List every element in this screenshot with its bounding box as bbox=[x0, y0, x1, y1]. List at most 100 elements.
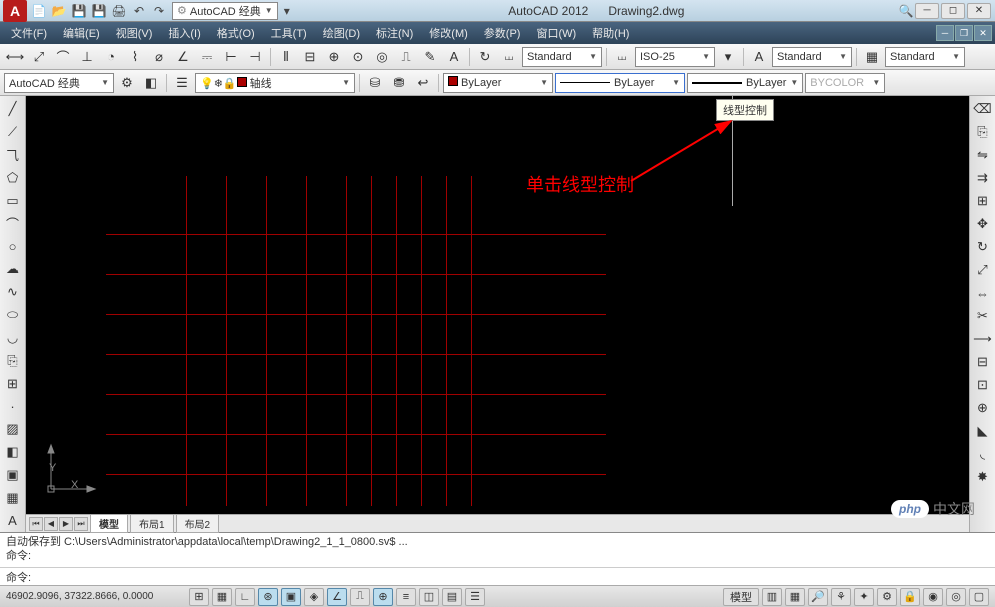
insert-block-icon[interactable]: ⎘ bbox=[2, 350, 24, 372]
dim-style2-icon[interactable]: ⏙ bbox=[611, 46, 633, 68]
workspace-dropdown[interactable]: AutoCAD 经典▼ bbox=[4, 73, 114, 93]
dim-radius-icon[interactable]: ◔ bbox=[100, 46, 122, 68]
qat-customize-icon[interactable]: ▾ bbox=[278, 2, 296, 20]
qp-toggle-icon[interactable]: ▤ bbox=[442, 588, 462, 606]
textstyle-dropdown[interactable]: Standard▼ bbox=[772, 47, 852, 67]
dim-jogged-icon[interactable]: ⌇ bbox=[124, 46, 146, 68]
isolate-icon[interactable]: ◎ bbox=[946, 588, 966, 606]
dim-break-icon[interactable]: ⊟ bbox=[299, 46, 321, 68]
osnap-toggle-icon[interactable]: ▣ bbox=[281, 588, 301, 606]
text-icon[interactable]: A bbox=[2, 510, 24, 532]
explode-icon[interactable]: ✸ bbox=[972, 466, 994, 488]
workspace-settings-icon[interactable]: ⚙ bbox=[116, 72, 138, 94]
tab-layout2[interactable]: 布局2 bbox=[176, 514, 220, 533]
print-icon[interactable]: 🖨 bbox=[110, 2, 128, 20]
text-style-icon[interactable]: A bbox=[748, 46, 770, 68]
dimstyle-dropdown[interactable]: Standard▼ bbox=[522, 47, 602, 67]
tab-next-icon[interactable]: ▶ bbox=[59, 517, 73, 531]
otrack-toggle-icon[interactable]: ∠ bbox=[327, 588, 347, 606]
tpy-toggle-icon[interactable]: ◫ bbox=[419, 588, 439, 606]
workspace-switching-icon[interactable]: ⚙ bbox=[877, 588, 897, 606]
dim-quick-icon[interactable]: ⎓ bbox=[196, 46, 218, 68]
region-icon[interactable]: ▣ bbox=[2, 464, 24, 486]
tolerance-icon[interactable]: ⊕ bbox=[323, 46, 345, 68]
ducs-toggle-icon[interactable]: ⎍ bbox=[350, 588, 370, 606]
drawing-canvas[interactable]: 线型控制 单击线型控制 Y X bbox=[26, 96, 969, 514]
revcloud-icon[interactable]: ☁ bbox=[2, 258, 24, 280]
scale-icon[interactable]: ⤢ bbox=[972, 259, 994, 281]
hardware-accel-icon[interactable]: ◉ bbox=[923, 588, 943, 606]
arc-icon[interactable]: ⌒ bbox=[2, 212, 24, 234]
color-dropdown[interactable]: ByLayer ▼ bbox=[443, 73, 553, 93]
tab-prev-icon[interactable]: ◀ bbox=[44, 517, 58, 531]
offset-icon[interactable]: ⇉ bbox=[972, 167, 994, 189]
quickview-layouts-icon[interactable]: ▥ bbox=[762, 588, 782, 606]
undo-icon[interactable]: ↶ bbox=[130, 2, 148, 20]
sc-toggle-icon[interactable]: ☰ bbox=[465, 588, 485, 606]
dim-continue-icon[interactable]: ⊣ bbox=[244, 46, 266, 68]
layer-state-icon[interactable]: ⛁ bbox=[364, 72, 386, 94]
dim-space-icon[interactable]: ⫴ bbox=[275, 46, 297, 68]
dim-aligned-icon[interactable]: ⤢ bbox=[28, 46, 50, 68]
ortho-toggle-icon[interactable]: ∟ bbox=[235, 588, 255, 606]
fillet-icon[interactable]: ◟ bbox=[972, 443, 994, 465]
center-mark-icon[interactable]: ⊙ bbox=[347, 46, 369, 68]
maximize-button[interactable]: ◻ bbox=[941, 3, 965, 19]
annovisibility-icon[interactable]: ⚘ bbox=[831, 588, 851, 606]
dim-diameter-icon[interactable]: ⌀ bbox=[148, 46, 170, 68]
dim-linear-icon[interactable]: ⟷ bbox=[4, 46, 26, 68]
dim-edit-icon[interactable]: ✎ bbox=[419, 46, 441, 68]
dim-style-icon[interactable]: ⏙ bbox=[498, 46, 520, 68]
save-icon[interactable]: 💾 bbox=[70, 2, 88, 20]
gradient-icon[interactable]: ◧ bbox=[2, 441, 24, 463]
new-icon[interactable]: 📄 bbox=[30, 2, 48, 20]
lwt-toggle-icon[interactable]: ≡ bbox=[396, 588, 416, 606]
command-input[interactable] bbox=[37, 571, 989, 583]
join-icon[interactable]: ⊕ bbox=[972, 397, 994, 419]
open-icon[interactable]: 📂 bbox=[50, 2, 68, 20]
layer-manager-icon[interactable]: ☰ bbox=[171, 72, 193, 94]
minimize-button[interactable]: ─ bbox=[915, 3, 939, 19]
menu-dimension[interactable]: 标注(N) bbox=[368, 23, 421, 43]
model-button[interactable]: 模型 bbox=[723, 588, 759, 606]
close-button[interactable]: ✕ bbox=[967, 3, 991, 19]
quickview-drawings-icon[interactable]: ▦ bbox=[785, 588, 805, 606]
plotstyle-dropdown[interactable]: BYCOLOR▼ bbox=[805, 73, 885, 93]
doc-close-button[interactable]: ✕ bbox=[974, 25, 992, 41]
menu-tools[interactable]: 工具(T) bbox=[263, 23, 315, 43]
redo-icon[interactable]: ↷ bbox=[150, 2, 168, 20]
dim-baseline-icon[interactable]: ⊢ bbox=[220, 46, 242, 68]
coordinates-readout[interactable]: 46902.9096, 37322.8666, 0.0000 bbox=[6, 591, 186, 602]
dim-angular-icon[interactable]: ∠ bbox=[172, 46, 194, 68]
tab-last-icon[interactable]: ⏭ bbox=[74, 517, 88, 531]
copy-icon[interactable]: ⎘ bbox=[972, 121, 994, 143]
grid-toggle-icon[interactable]: ▦ bbox=[212, 588, 232, 606]
circle-icon[interactable]: ○ bbox=[2, 235, 24, 257]
trim-icon[interactable]: ✂ bbox=[972, 305, 994, 327]
lineweight-dropdown[interactable]: ByLayer ▼ bbox=[687, 73, 803, 93]
chamfer-icon[interactable]: ◣ bbox=[972, 420, 994, 442]
linetype-dropdown[interactable]: ByLayer ▼ bbox=[555, 73, 685, 93]
dim-text-edit-icon[interactable]: A bbox=[443, 46, 465, 68]
menu-window[interactable]: 窗口(W) bbox=[528, 23, 584, 43]
make-block-icon[interactable]: ⊞ bbox=[2, 373, 24, 395]
tab-layout1[interactable]: 布局1 bbox=[130, 514, 174, 533]
line-icon[interactable]: ╱ bbox=[2, 98, 24, 120]
array-icon[interactable]: ⊞ bbox=[972, 190, 994, 212]
dim-ordinate-icon[interactable]: ⊥ bbox=[76, 46, 98, 68]
ellipse-icon[interactable]: ⬭ bbox=[2, 304, 24, 326]
layer-prev-icon[interactable]: ↩ bbox=[412, 72, 434, 94]
clean-screen-icon[interactable]: ▢ bbox=[969, 588, 989, 606]
menu-draw[interactable]: 绘图(D) bbox=[315, 23, 368, 43]
autocad-logo[interactable]: A bbox=[3, 0, 27, 22]
hatch-icon[interactable]: ▨ bbox=[2, 418, 24, 440]
break-icon[interactable]: ⊡ bbox=[972, 374, 994, 396]
extend-icon[interactable]: ⟶ bbox=[972, 328, 994, 350]
spline-icon[interactable]: ∿ bbox=[2, 281, 24, 303]
stretch-icon[interactable]: ⇔ bbox=[972, 282, 994, 304]
menu-edit[interactable]: 编辑(E) bbox=[55, 23, 108, 43]
mirror-icon[interactable]: ⇋ bbox=[972, 144, 994, 166]
inspect-icon[interactable]: ◎ bbox=[371, 46, 393, 68]
tab-first-icon[interactable]: ⏮ bbox=[29, 517, 43, 531]
workspace-dropdown-top[interactable]: ⚙ AutoCAD 经典 ▼ bbox=[172, 2, 278, 20]
